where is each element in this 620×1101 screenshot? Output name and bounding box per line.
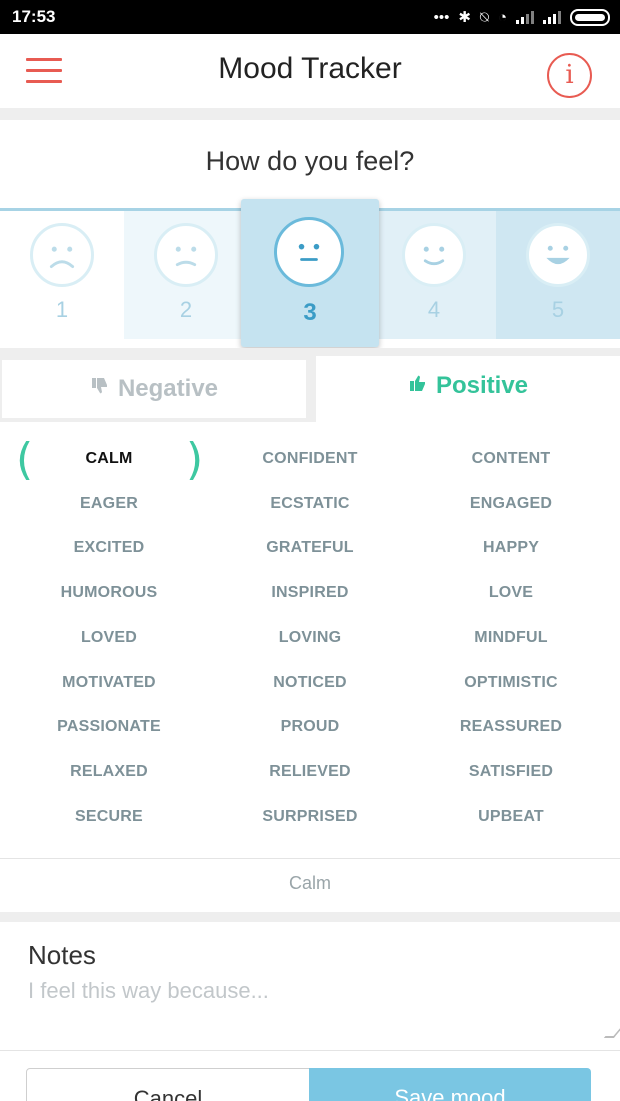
tab-positive-label: Positive [435,372,529,399]
feeling-option-relaxed[interactable]: RELAXED [6,750,212,794]
feeling-option-proud[interactable]: PROUD [207,705,413,749]
mood-level-4[interactable]: 4 [372,211,496,339]
battery-icon [570,8,610,26]
mood-level-5[interactable]: 5 [496,211,620,339]
selection-bracket-left: ( [16,434,34,485]
mood-level-1[interactable]: 1 [0,211,124,339]
tab-negative-label: Negative [117,375,219,402]
mood-scale: 1 2 4 5 3 [0,199,620,347]
feeling-option-confident[interactable]: CONFIDENT [207,437,413,481]
feeling-option-reassured[interactable]: REASSURED [408,705,614,749]
section-divider [0,912,620,922]
save-mood-button[interactable]: Save mood [309,1068,591,1101]
cancel-button[interactable]: Cancel [26,1068,310,1101]
feeling-option-inspired[interactable]: INSPIRED [207,571,413,615]
feeling-option-loved[interactable]: LOVED [6,616,212,660]
more-dots-icon: ••• [433,8,450,26]
mood-level-label: 3 [303,299,317,326]
mute-icon: ⍉ [479,8,489,26]
feeling-option-loving[interactable]: LOVING [207,616,413,660]
signal-icon [543,10,561,24]
feeling-option-calm[interactable]: CALM [6,437,212,481]
notes-input[interactable] [28,978,598,1038]
app-title: Mood Tracker [218,52,402,85]
tab-positive[interactable]: Positive [316,356,620,422]
mood-level-label: 1 [55,297,69,322]
selection-bracket-right: ) [186,434,204,485]
tab-negative[interactable]: Negative [2,360,306,418]
feeling-option-happy[interactable]: HAPPY [408,526,614,570]
feeling-option-motivated[interactable]: MOTIVATED [6,661,212,705]
feeling-option-grateful[interactable]: GRATEFUL [207,526,413,570]
app-bar: Mood Tracker i [0,34,620,108]
divider [0,858,620,859]
question-heading: How do you feel? [205,146,415,176]
feeling-option-humorous[interactable]: HUMOROUS [6,571,212,615]
feeling-option-engaged[interactable]: ENGAGED [408,482,614,526]
selected-feeling-summary: Calm [288,873,331,893]
status-icons: ••• ✱ ⍉ ◔ [434,8,610,26]
section-divider [0,108,620,120]
feeling-option-optimistic[interactable]: OPTIMISTIC [408,661,614,705]
bluetooth-icon: ✱ [458,9,471,26]
feeling-option-passionate[interactable]: PASSIONATE [6,705,212,749]
feelings-grid: CALM CONFIDENT CONTENT EAGER ECSTATIC ENGAGED… [0,434,620,854]
neutral-face-icon [274,217,344,287]
feeling-option-love[interactable]: LOVE [408,571,614,615]
notes-label: Notes [28,940,96,970]
feeling-option-relieved[interactable]: RELIEVED [207,750,413,794]
feeling-option-secure[interactable]: SECURE [6,795,212,839]
feeling-option-content[interactable]: CONTENT [408,437,614,481]
signal-icon [516,10,534,24]
info-icon[interactable]: i [547,53,592,98]
divider [0,1050,620,1051]
mood-level-label: 4 [427,297,441,322]
mood-tracker-screen: 17:53 ••• ✱ ⍉ ◔ Mood Tracker i How do yo… [0,0,620,1101]
status-bar: 17:53 ••• ✱ ⍉ ◔ [0,0,620,34]
resize-handle-icon[interactable] [603,1028,620,1038]
feeling-option-noticed[interactable]: NOTICED [207,661,413,705]
feeling-option-mindful[interactable]: MINDFUL [408,616,614,660]
feeling-option-surprised[interactable]: SURPRISED [207,795,413,839]
thumbs-up-icon [408,373,428,399]
sad-face-icon [154,223,218,287]
wifi-icon: ◔ [497,8,507,26]
feeling-option-ecstatic[interactable]: ECSTATIC [207,482,413,526]
feeling-option-satisfied[interactable]: SATISFIED [408,750,614,794]
mood-level-3-selected[interactable]: 3 [241,199,379,347]
mood-level-2[interactable]: 2 [124,211,248,339]
very-sad-face-icon [30,223,94,287]
feeling-option-upbeat[interactable]: UPBEAT [408,795,614,839]
thumbs-down-icon [90,376,110,402]
mood-level-label: 2 [179,297,193,322]
happy-face-icon [402,223,466,287]
feeling-option-excited[interactable]: EXCITED [6,526,212,570]
mood-level-label: 5 [551,297,565,322]
very-happy-face-icon [526,223,590,287]
feeling-option-eager[interactable]: EAGER [6,482,212,526]
status-time: 17:53 [12,7,56,26]
